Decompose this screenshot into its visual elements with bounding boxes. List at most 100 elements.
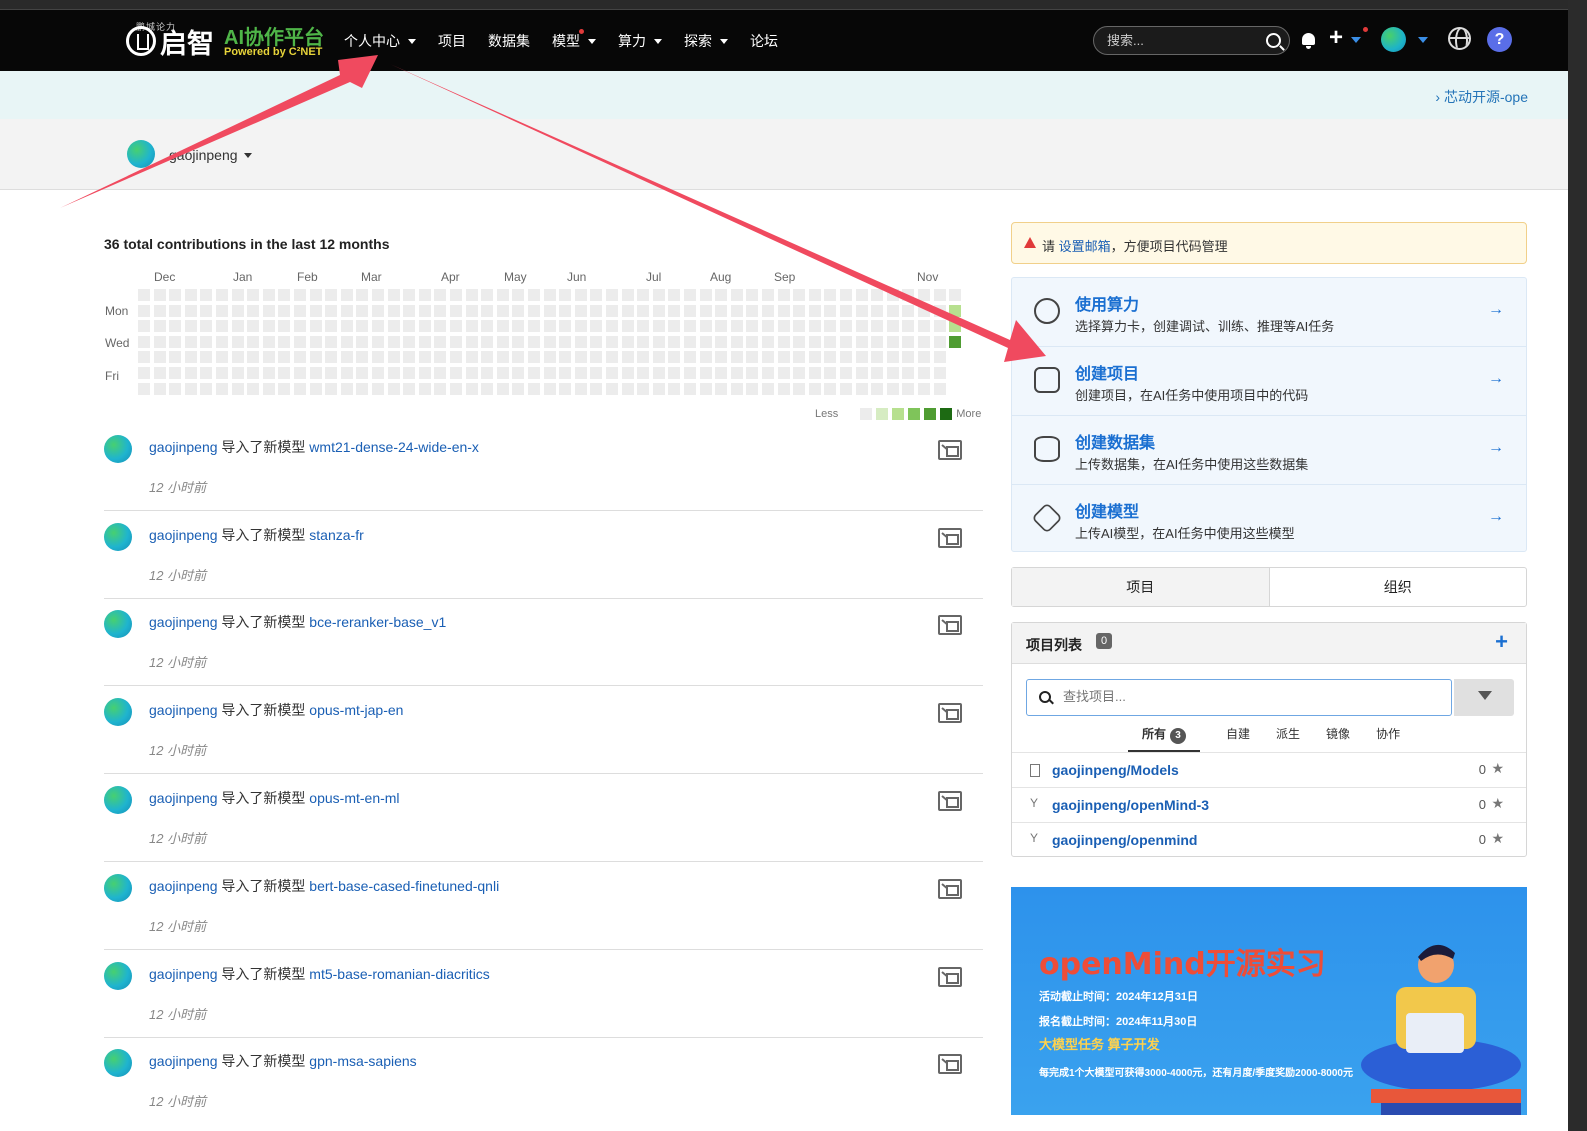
context-user-name[interactable]: gaojinpeng [169, 147, 238, 163]
avatar[interactable] [104, 1049, 132, 1077]
feed-model-link[interactable]: wmt21-dense-24-wide-en-x [309, 439, 479, 455]
quick-action-create-project[interactable]: 创建项目 创建项目，在AI任务中使用项目中的代码 → [1012, 347, 1526, 416]
menu-explore[interactable]: 探索 [684, 31, 728, 51]
contribution-cell [138, 382, 150, 395]
chevron-down-icon[interactable] [1418, 37, 1428, 43]
filter-mirror[interactable]: 镜像 [1326, 725, 1350, 752]
search-icon[interactable] [1266, 33, 1281, 48]
bell-icon[interactable] [1302, 33, 1315, 49]
avatar[interactable] [104, 610, 132, 638]
feed-text: gaojinpeng 导入了新模型 mt5-base-romanian-diac… [149, 964, 490, 984]
arrow-right-icon[interactable]: → [1488, 370, 1504, 388]
contribution-cell [918, 304, 930, 317]
avatar[interactable] [104, 435, 132, 463]
feed-user-link[interactable]: gaojinpeng [149, 790, 218, 806]
set-email-link[interactable]: 设置邮箱 [1059, 239, 1111, 254]
page: 鹏城论力 启智 AI协作平台 Powered by C²NET 个人中心 项目 … [0, 0, 1568, 1131]
quick-action-title[interactable]: 创建模型 [1075, 498, 1139, 522]
menu-personal-center[interactable]: 个人中心 [344, 31, 416, 51]
feed-model-link[interactable]: stanza-fr [309, 527, 363, 543]
tab-projects[interactable]: 项目 [1012, 568, 1270, 606]
feed-model-link[interactable]: opus-mt-jap-en [309, 702, 403, 718]
avatar[interactable] [104, 874, 132, 902]
menu-datasets[interactable]: 数据集 [488, 31, 530, 51]
contribution-cell [481, 320, 494, 333]
contribution-cell [871, 289, 884, 301]
feed-user-link[interactable]: gaojinpeng [149, 1053, 218, 1069]
feed-user-link[interactable]: gaojinpeng [149, 878, 218, 894]
feed-model-link[interactable]: bce-reranker-base_v1 [309, 614, 446, 630]
filter-collab[interactable]: 协作 [1376, 725, 1400, 752]
tab-organizations[interactable]: 组织 [1270, 568, 1527, 606]
feed-model-link[interactable]: bert-base-cased-finetuned-qnli [309, 878, 499, 894]
avatar[interactable] [104, 962, 132, 990]
contribution-cell [340, 382, 353, 395]
menu-models[interactable]: 模型 [552, 29, 596, 51]
avatar[interactable] [104, 698, 132, 726]
feed-user-link[interactable]: gaojinpeng [149, 614, 218, 630]
filter-fork[interactable]: 派生 [1276, 725, 1300, 752]
project-name-link[interactable]: gaojinpeng/openmind [1052, 832, 1197, 848]
contribution-cell [356, 382, 369, 395]
quick-action-compute[interactable]: 使用算力 选择算力卡，创建调试、训练、推理等AI任务 → [1012, 278, 1526, 347]
quick-action-title[interactable]: 使用算力 [1075, 291, 1139, 315]
quick-action-create-dataset[interactable]: 创建数据集 上传数据集，在AI任务中使用这些数据集 → [1012, 416, 1526, 485]
chevron-down-icon[interactable] [244, 153, 252, 158]
contribution-cell [871, 304, 884, 317]
project-search-input[interactable] [1063, 689, 1433, 704]
arrow-right-icon[interactable]: → [1488, 439, 1504, 457]
feed-time: 12 小时前 [149, 568, 207, 583]
help-icon[interactable]: ? [1487, 27, 1512, 52]
globe-icon[interactable] [1448, 27, 1471, 50]
contribution-cell [699, 351, 712, 364]
feed-user-link[interactable]: gaojinpeng [149, 439, 218, 455]
avatar[interactable] [104, 786, 132, 814]
avatar[interactable] [104, 523, 132, 551]
contribution-cell [840, 304, 852, 317]
quick-action-title[interactable]: 创建数据集 [1075, 429, 1155, 453]
project-name-link[interactable]: gaojinpeng/Models [1052, 762, 1179, 778]
plus-icon[interactable]: + [1329, 26, 1343, 50]
filter-all[interactable]: 所有 3 [1128, 725, 1201, 752]
project-row[interactable]: Y gaojinpeng/openmind 0 ★ [1012, 822, 1526, 857]
chevron-down-icon[interactable] [1351, 37, 1361, 43]
contribution-cell [340, 320, 353, 333]
filter-own[interactable]: 自建 [1226, 725, 1250, 752]
feed-user-link[interactable]: gaojinpeng [149, 527, 218, 543]
quick-action-title[interactable]: 创建项目 [1075, 360, 1139, 384]
quick-action-create-model[interactable]: 创建模型 上传AI模型，在AI任务中使用这些模型 → [1012, 485, 1526, 554]
feed-user-link[interactable]: gaojinpeng [149, 966, 218, 982]
menu-forum[interactable]: 论坛 [750, 31, 778, 51]
filter-button[interactable] [1454, 679, 1514, 716]
avatar[interactable] [127, 140, 155, 168]
arrow-right-icon[interactable]: → [1488, 508, 1504, 526]
contribution-cell [387, 367, 400, 379]
project-row[interactable]: Y gaojinpeng/openMind-3 0 ★ [1012, 787, 1526, 822]
site-logo[interactable]: 鹏城论力 启智 AI协作平台 Powered by C²NET [126, 20, 324, 62]
contribution-cell [855, 382, 868, 395]
feed-model-link[interactable]: gpn-msa-sapiens [309, 1053, 416, 1069]
contribution-cell [309, 304, 322, 317]
user-avatar[interactable] [1381, 27, 1406, 52]
feed-user-link[interactable]: gaojinpeng [149, 702, 218, 718]
feed-time: 12 小时前 [149, 480, 207, 495]
notice-link[interactable]: › 芯动开源-ope [1435, 87, 1528, 107]
project-row[interactable]: gaojinpeng/Models 0 ★ [1012, 752, 1526, 787]
contribution-cell [262, 382, 275, 395]
arrow-right-icon[interactable]: → [1488, 301, 1504, 319]
model-import-icon [938, 615, 962, 635]
month-label: Apr [441, 270, 460, 284]
menu-label: 数据集 [488, 33, 530, 49]
project-name-link[interactable]: gaojinpeng/openMind-3 [1052, 797, 1209, 813]
menu-label: 个人中心 [344, 33, 400, 49]
contribution-cell [231, 335, 244, 348]
global-search-input[interactable] [1107, 33, 1257, 48]
promo-banner[interactable]: openMind开源实习 活动截止时间：2024年12月31日 报名截止时间：2… [1011, 887, 1527, 1115]
menu-projects[interactable]: 项目 [438, 31, 466, 51]
add-project-icon[interactable]: + [1495, 629, 1508, 655]
menu-compute[interactable]: 算力 [618, 31, 662, 51]
feed-model-link[interactable]: mt5-base-romanian-diacritics [309, 966, 490, 982]
contribution-cell [325, 289, 338, 301]
browser-top-strip [0, 0, 1568, 10]
feed-model-link[interactable]: opus-mt-en-ml [309, 790, 399, 806]
